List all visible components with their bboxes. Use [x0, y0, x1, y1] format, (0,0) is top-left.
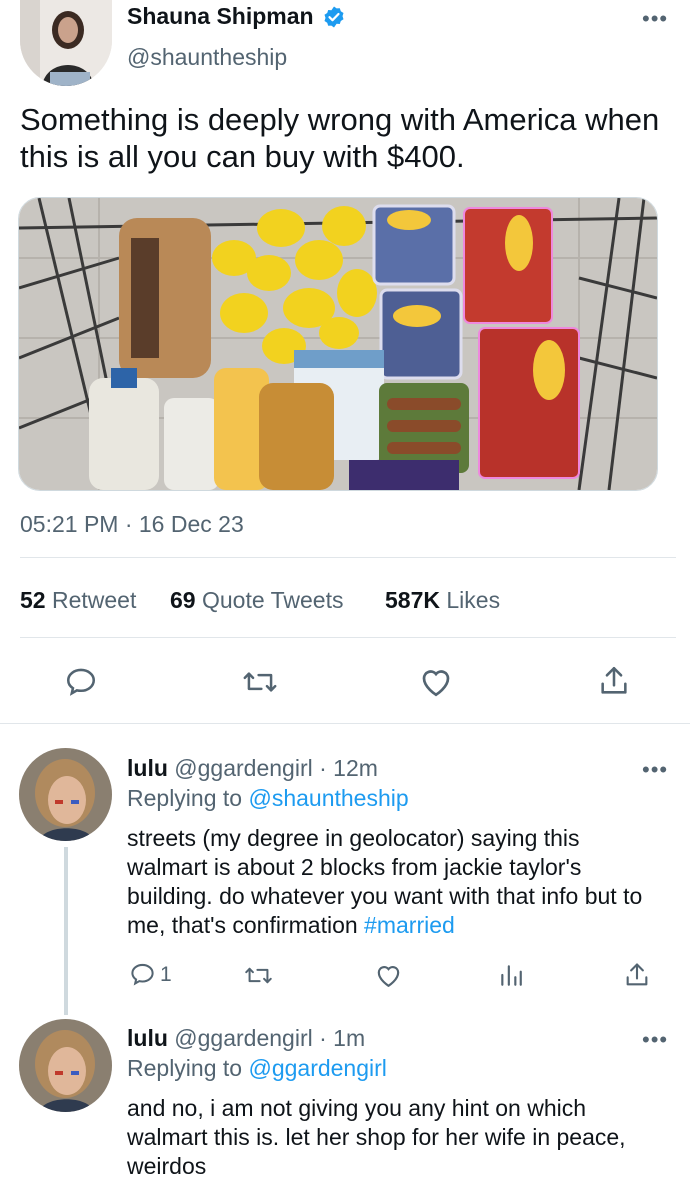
retweet-icon — [245, 967, 272, 984]
share-button[interactable] — [623, 960, 651, 990]
retweet-icon — [243, 672, 277, 692]
verified-badge-icon — [322, 5, 346, 34]
divider — [20, 637, 676, 638]
reply-button[interactable]: 1 — [129, 961, 172, 988]
retweet-label: Retweet — [51, 587, 137, 613]
author-name[interactable]: Shauna Shipman — [127, 3, 314, 29]
more-options-icon[interactable]: ••• — [642, 1027, 668, 1053]
quote-count: 69 — [170, 587, 196, 613]
share-icon — [626, 963, 648, 986]
reply-author-name[interactable]: lulu — [127, 1025, 168, 1051]
replying-to-label: Replying to — [127, 1055, 243, 1081]
reply-avatar[interactable] — [19, 748, 112, 841]
share-button[interactable] — [597, 663, 631, 699]
reply-time[interactable]: · 1m — [319, 1025, 365, 1051]
heart-icon — [422, 670, 450, 697]
tweet-timestamp[interactable]: 05:21 PM · 16 Dec 23 — [20, 511, 244, 538]
retweet-button[interactable] — [244, 962, 273, 989]
replying-to-handle[interactable]: @ggardengirl — [248, 1055, 386, 1081]
divider — [0, 723, 690, 724]
analytics-icon — [501, 965, 522, 986]
reply-body: streets (my degree in geolocator) saying… — [127, 824, 652, 940]
replying-to-label: Replying to — [127, 785, 243, 811]
reply-header: lulu @ggardengirl · 12m — [127, 755, 378, 782]
retweet-count: 52 — [20, 587, 46, 613]
likes-stat[interactable]: 587K Likes — [385, 587, 500, 614]
reply-author-name[interactable]: lulu — [127, 755, 168, 781]
reply-text: and no, i am not giving you any hint on … — [127, 1095, 626, 1179]
quote-label: Quote Tweets — [201, 587, 344, 613]
analytics-button[interactable] — [498, 962, 524, 988]
replying-to-handle[interactable]: @shauntheship — [248, 785, 408, 811]
likes-count: 587K — [385, 587, 440, 613]
divider — [20, 557, 676, 558]
quote-stat[interactable]: 69 Quote Tweets — [170, 587, 343, 614]
tweet-image[interactable] — [18, 197, 658, 491]
reply-icon — [131, 963, 154, 986]
heart-icon — [377, 966, 400, 988]
likes-label: Likes — [446, 587, 501, 613]
reply-icon — [66, 668, 96, 696]
reply-author-handle[interactable]: @ggardengirl — [174, 1025, 312, 1051]
author-handle[interactable]: @shauntheship — [127, 44, 287, 71]
reply-time[interactable]: · 12m — [319, 755, 378, 781]
reply-count: 1 — [160, 962, 172, 986]
like-button[interactable] — [374, 961, 403, 990]
author-name-row: Shauna Shipman — [127, 3, 346, 34]
like-button[interactable] — [418, 664, 454, 700]
reply-button[interactable] — [64, 665, 98, 699]
reply-header: lulu @ggardengirl · 1m — [127, 1025, 365, 1052]
author-avatar[interactable] — [20, 0, 112, 86]
tweet-text: Something is deeply wrong with America w… — [20, 102, 660, 174]
replying-to: Replying to @ggardengirl — [127, 1055, 387, 1082]
hashtag-link[interactable]: #married — [364, 912, 455, 938]
thread-line — [64, 847, 68, 1015]
share-icon — [601, 666, 627, 694]
replying-to: Replying to @shauntheship — [127, 785, 409, 812]
more-options-icon[interactable]: ••• — [642, 6, 668, 32]
reply-avatar[interactable] — [19, 1019, 112, 1112]
reply-author-handle[interactable]: @ggardengirl — [174, 755, 312, 781]
grocery-cart-image — [19, 198, 657, 490]
retweet-stat[interactable]: 52 Retweet — [20, 587, 136, 614]
retweet-button[interactable] — [242, 665, 278, 699]
more-options-icon[interactable]: ••• — [642, 757, 668, 783]
